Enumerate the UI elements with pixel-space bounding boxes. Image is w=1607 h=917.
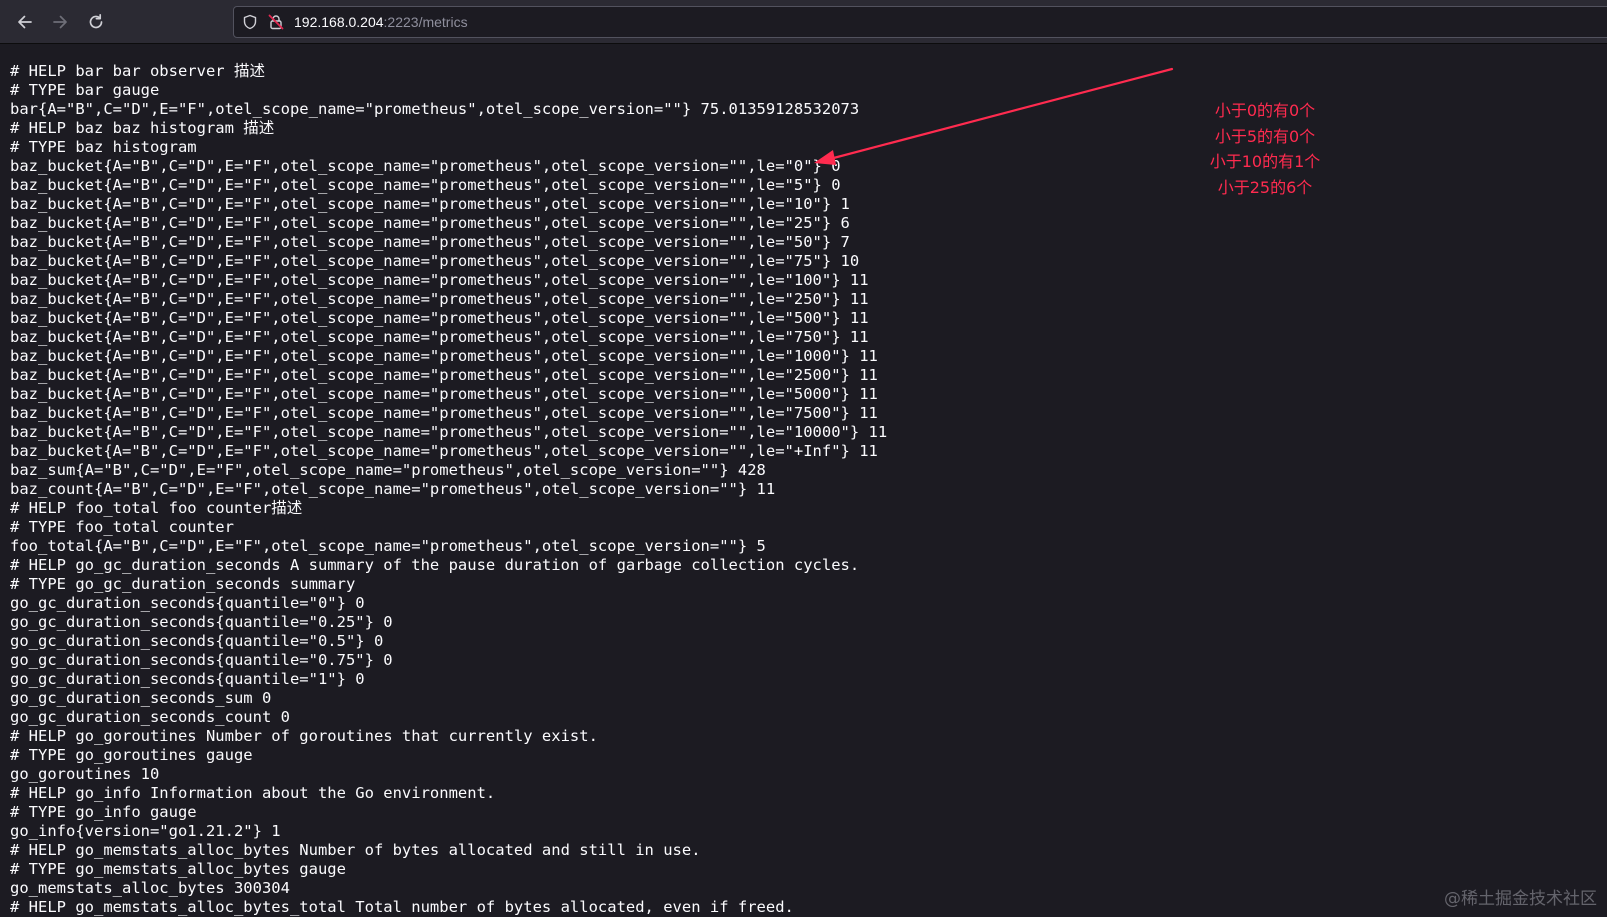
annotation-line: 小于25的6个 (1217, 177, 1313, 197)
metric-line: go_gc_duration_seconds_count 0 (10, 708, 290, 726)
metric-line: baz_bucket{A="B",C="D",E="F",otel_scope_… (10, 309, 869, 327)
metric-line: # HELP go_memstats_alloc_bytes Number of… (10, 841, 701, 859)
metric-line: # TYPE go_goroutines gauge (10, 746, 253, 764)
annotation-line: 小于0的有0个 (1214, 101, 1316, 120)
reload-icon (89, 13, 103, 29)
metric-line: # TYPE go_memstats_alloc_bytes gauge (10, 860, 346, 878)
metric-line: baz_bucket{A="B",C="D",E="F",otel_scope_… (10, 404, 878, 422)
metric-line: go_memstats_alloc_bytes 300304 (10, 879, 290, 897)
metrics-text: # HELP bar bar observer 描述 # TYPE bar gau… (10, 62, 887, 917)
metric-line: # TYPE go_info gauge (10, 803, 197, 821)
metric-line: # HELP go_gc_duration_seconds A summary … (10, 556, 860, 574)
annotation-line: 小于5的有0个 (1214, 126, 1316, 146)
metric-line: # TYPE baz histogram (10, 138, 197, 156)
metric-line: baz_bucket{A="B",C="D",E="F",otel_scope_… (10, 271, 869, 289)
url-host: 192.168.0.204 (294, 14, 384, 30)
forward-button[interactable] (48, 10, 72, 34)
metric-line: # HELP bar bar observer 描述 (10, 62, 265, 80)
metric-line: go_gc_duration_seconds{quantile="0.25"} … (10, 613, 393, 631)
metric-line: baz_bucket{A="B",C="D",E="F",otel_scope_… (10, 290, 869, 308)
reload-button[interactable] (84, 10, 108, 34)
metric-line: baz_sum{A="B",C="D",E="F",otel_scope_nam… (10, 461, 766, 479)
metric-line: baz_bucket{A="B",C="D",E="F",otel_scope_… (10, 214, 850, 232)
annotation-note: 小于0的有0个 小于5的有0个 小于10的有1个 小于25的6个 (1200, 98, 1330, 200)
back-arrow-icon (18, 15, 32, 29)
metric-line: # HELP baz baz histogram 描述 (10, 119, 275, 137)
metric-line: # HELP go_info Information about the Go … (10, 784, 496, 802)
shield-icon[interactable] (242, 14, 258, 30)
metric-line: # TYPE go_gc_duration_seconds summary (10, 575, 356, 593)
metric-line: # TYPE bar gauge (10, 81, 160, 99)
browser-toolbar: 192.168.0.204:2223/metrics (0, 0, 1607, 44)
metric-line: go_goroutines 10 (10, 765, 160, 783)
annotation-line: 小于10的有1个 (1209, 152, 1321, 171)
metric-line: # TYPE foo_total counter (10, 518, 234, 536)
metric-line: baz_bucket{A="B",C="D",E="F",otel_scope_… (10, 442, 878, 460)
metric-line: baz_bucket{A="B",C="D",E="F",otel_scope_… (10, 423, 888, 441)
metric-line: bar{A="B",C="D",E="F",otel_scope_name="p… (10, 100, 860, 118)
page-content: # HELP bar bar observer 描述 # TYPE bar gau… (0, 44, 1607, 917)
metric-line: go_gc_duration_seconds{quantile="0.5"} 0 (10, 632, 384, 650)
url-bar[interactable]: 192.168.0.204:2223/metrics (233, 6, 1607, 38)
metric-line: baz_bucket{A="B",C="D",E="F",otel_scope_… (10, 195, 850, 213)
metric-line: # HELP go_goroutines Number of goroutine… (10, 727, 598, 745)
metric-line: baz_bucket{A="B",C="D",E="F",otel_scope_… (10, 157, 841, 175)
metric-line: go_gc_duration_seconds_sum 0 (10, 689, 272, 707)
metric-line: baz_bucket{A="B",C="D",E="F",otel_scope_… (10, 347, 878, 365)
insecure-lock-icon[interactable] (268, 14, 284, 30)
metric-line: go_info{version="go1.21.2"} 1 (10, 822, 281, 840)
url-path: :2223/metrics (383, 14, 468, 30)
metric-line: go_gc_duration_seconds{quantile="1"} 0 (10, 670, 365, 688)
metric-line: baz_bucket{A="B",C="D",E="F",otel_scope_… (10, 233, 850, 251)
url-text[interactable]: 192.168.0.204:2223/metrics (294, 14, 468, 31)
metric-line: go_gc_duration_seconds{quantile="0.75"} … (10, 651, 393, 669)
metric-line: go_gc_duration_seconds{quantile="0"} 0 (10, 594, 365, 612)
metric-line: baz_bucket{A="B",C="D",E="F",otel_scope_… (10, 252, 860, 270)
metric-line: # HELP go_memstats_alloc_bytes_total Tot… (10, 898, 794, 916)
metric-line: baz_count{A="B",C="D",E="F",otel_scope_n… (10, 480, 776, 498)
metric-line: baz_bucket{A="B",C="D",E="F",otel_scope_… (10, 176, 841, 194)
metric-line: baz_bucket{A="B",C="D",E="F",otel_scope_… (10, 328, 869, 346)
metric-line: foo_total{A="B",C="D",E="F",otel_scope_n… (10, 537, 766, 555)
metric-line: baz_bucket{A="B",C="D",E="F",otel_scope_… (10, 385, 878, 403)
back-button[interactable] (13, 10, 37, 34)
forward-arrow-icon (53, 15, 67, 29)
metric-line: # HELP foo_total foo counter描述 (10, 499, 303, 517)
watermark: @稀土掘金技术社区 (1444, 889, 1597, 909)
metric-line: baz_bucket{A="B",C="D",E="F",otel_scope_… (10, 366, 878, 384)
